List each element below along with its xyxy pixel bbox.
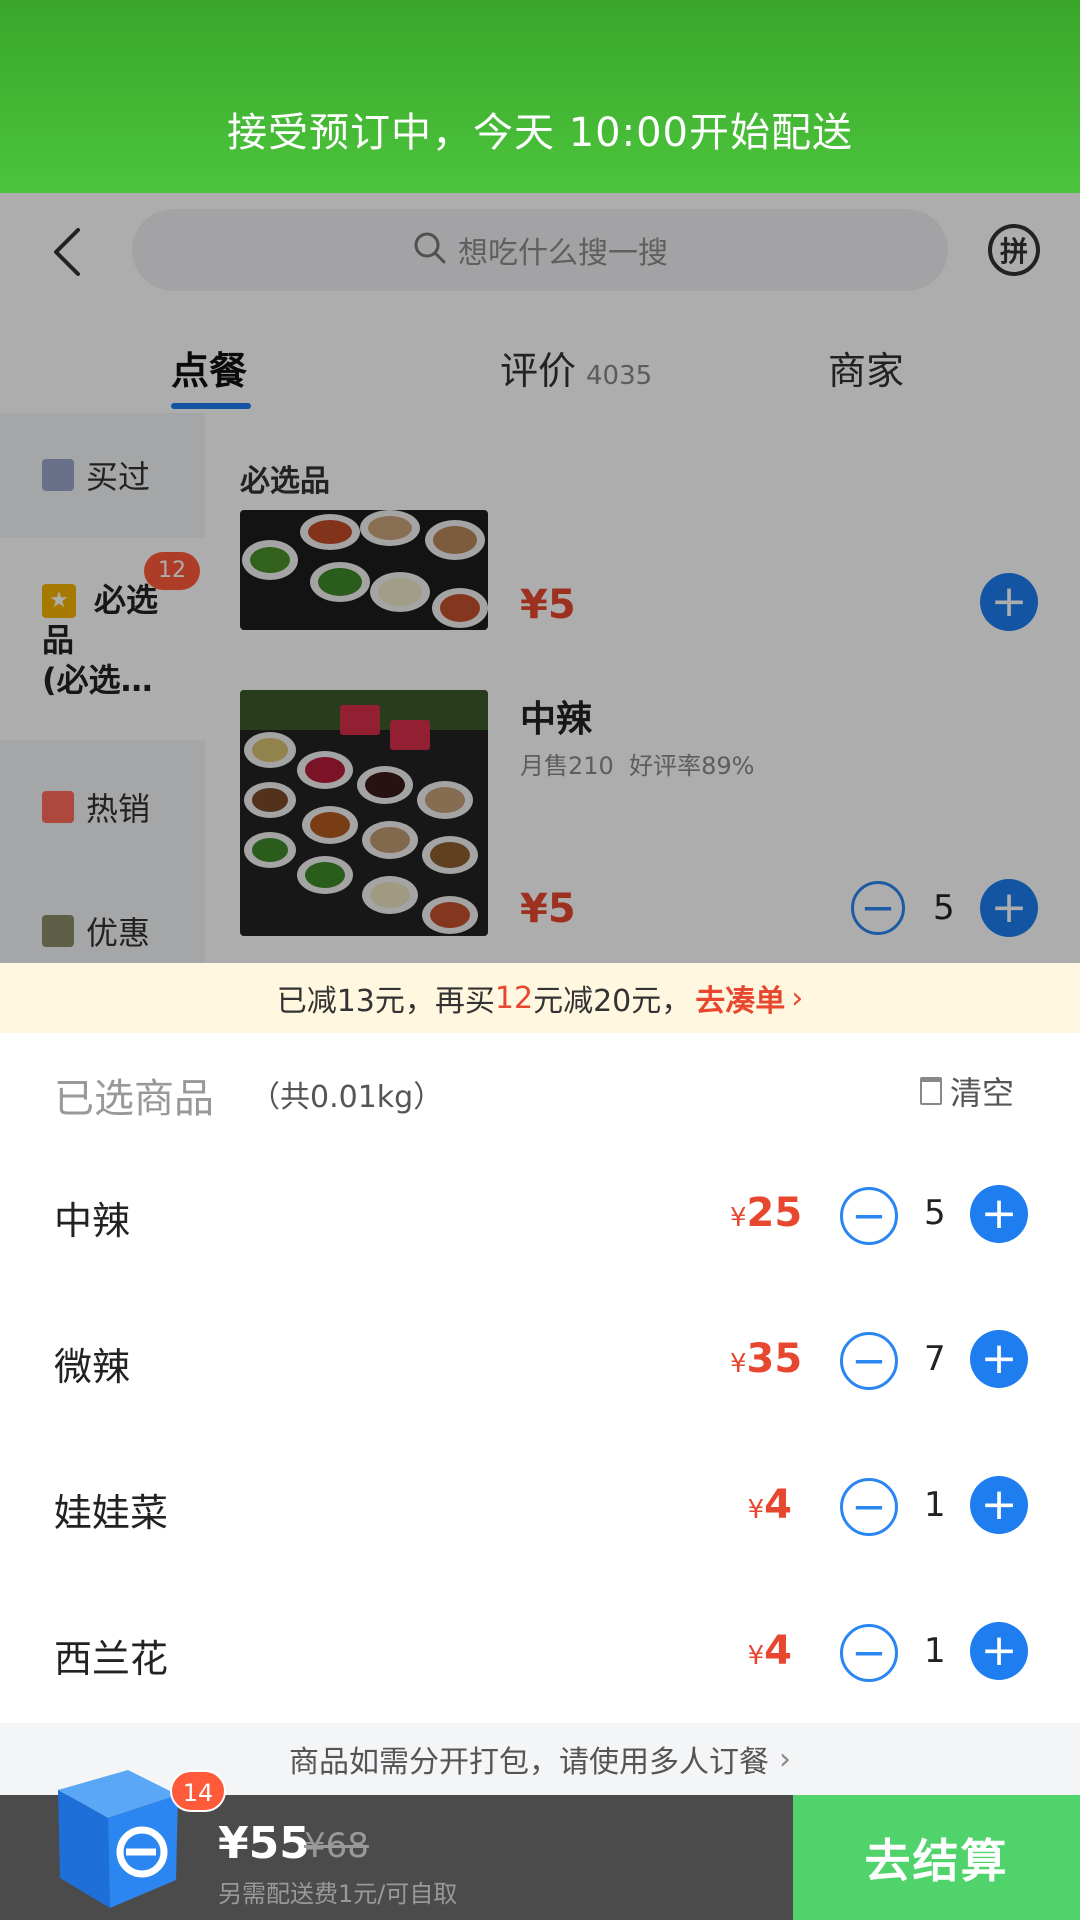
quantity-value: 1	[924, 1485, 946, 1525]
delivery-fee-note: 另需配送费1元/可自取	[218, 1880, 458, 1908]
quantity-value: 7	[924, 1339, 946, 1379]
promo-suffix: 元减20元，	[533, 984, 692, 1019]
cart-item-name: 娃娃菜	[54, 1491, 169, 1535]
currency-symbol: ¥	[730, 1349, 747, 1379]
chevron-right-icon: ›	[779, 1741, 791, 1777]
multi-order-tip-text: 商品如需分开打包，请使用多人订餐	[289, 1745, 769, 1780]
cart-item-price: ¥4	[730, 1482, 792, 1528]
clear-cart-button[interactable]: 清空	[920, 1068, 1014, 1114]
promo-bar[interactable]: 已减13元，再买 12 元减20元， 去凑单 ›	[0, 963, 1080, 1034]
cart-item-price-value: 4	[764, 1482, 792, 1528]
minus-button[interactable]: −	[840, 1478, 898, 1536]
cart-box-icon[interactable]	[38, 1760, 188, 1910]
cart-item-name: 西兰花	[54, 1637, 169, 1681]
add-button[interactable]: +	[970, 1622, 1028, 1680]
cart-sheet	[0, 1033, 1080, 1723]
preorder-banner	[0, 0, 1080, 193]
cart-item-name: 中辣	[54, 1199, 131, 1243]
preorder-banner-text: 接受预订中，今天 10:00开始配送	[227, 110, 853, 156]
cart-total: ¥55	[218, 1818, 310, 1869]
minus-button[interactable]: −	[840, 1624, 898, 1682]
cart-item-price-value: 25	[746, 1190, 803, 1236]
quantity-value: 5	[924, 1193, 946, 1233]
cart-count-badge: 14	[170, 1770, 226, 1812]
modal-overlay[interactable]	[0, 193, 1080, 963]
quantity-value: 1	[924, 1631, 946, 1671]
cart-weight: （共0.01kg）	[250, 1080, 444, 1115]
minus-button[interactable]: −	[840, 1332, 898, 1390]
add-button[interactable]: +	[970, 1476, 1028, 1534]
clear-label: 清空	[950, 1074, 1015, 1112]
cart-item-price-value: 35	[746, 1336, 803, 1382]
promo-amount: 12	[494, 980, 534, 1016]
cart-item-price: ¥4	[730, 1628, 792, 1674]
checkout-button[interactable]: 去结算	[793, 1795, 1080, 1920]
currency-symbol: ¥	[747, 1641, 765, 1671]
add-button[interactable]: +	[970, 1185, 1028, 1243]
currency-symbol: ¥	[730, 1203, 747, 1233]
currency-symbol: ¥	[747, 1495, 765, 1525]
promo-link[interactable]: 去凑单	[695, 976, 785, 1020]
cart-sheet-title: 已选商品	[54, 1076, 214, 1122]
minus-button[interactable]: −	[840, 1187, 898, 1245]
cart-item-name: 微辣	[54, 1345, 131, 1389]
chevron-right-icon: ›	[791, 980, 804, 1016]
trash-icon	[920, 1077, 942, 1105]
cart-item-price: ¥35	[730, 1336, 802, 1382]
add-button[interactable]: +	[970, 1330, 1028, 1388]
cart-item-price-value: 4	[764, 1628, 792, 1674]
cart-item-price: ¥25	[730, 1190, 802, 1236]
promo-prefix: 已减13元，再买	[276, 984, 495, 1019]
original-price: ¥68	[304, 1826, 369, 1866]
